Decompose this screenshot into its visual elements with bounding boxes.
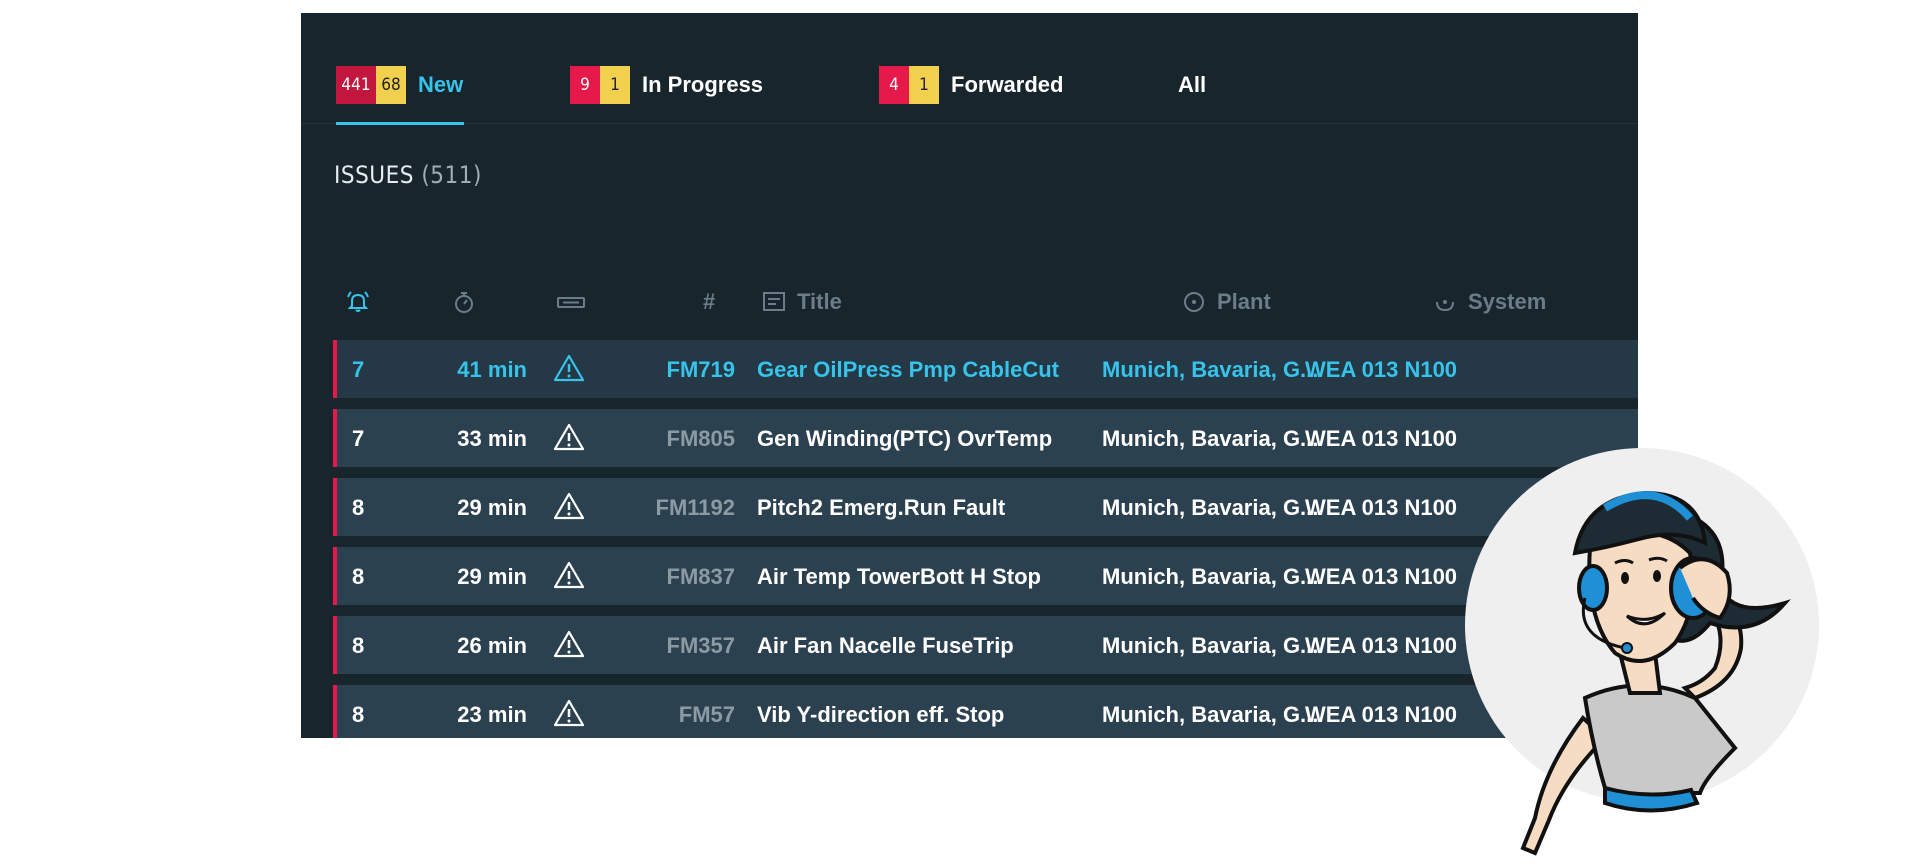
system-cell: WEA 013 N100: [1305, 564, 1458, 589]
time-cell: 33 min: [457, 426, 527, 451]
plant-cell: Munich, Bavaria, G...: [1102, 426, 1319, 451]
forwarded-warning-badge: 1: [909, 66, 939, 104]
issues-list: 7 41 min FM719 Gear OilPress Pmp CableCu…: [333, 340, 1638, 738]
time-cell: 41 min: [457, 357, 527, 382]
plant-cell: Munich, Bavaria, G...: [1102, 564, 1319, 589]
plant-cell: Munich, Bavaria, G...: [1102, 357, 1319, 382]
type-column-header[interactable]: [556, 289, 586, 315]
id-cell: FM57: [678, 702, 735, 727]
warning-icon: [553, 423, 585, 451]
priority-column-header[interactable]: [345, 289, 371, 315]
id-cell: FM357: [666, 633, 735, 658]
system-cell: WEA 013 N100: [1305, 495, 1458, 520]
time-cell: 29 min: [457, 564, 527, 589]
active-tab-indicator: [336, 122, 464, 125]
title-column-label: Title: [797, 289, 842, 314]
title-cell: Gen Winding(PTC) OvrTemp: [757, 426, 1053, 451]
title-cell: Air Fan Nacelle FuseTrip: [757, 633, 1014, 658]
support-agent-illustration: [1520, 490, 1791, 856]
table-row[interactable]: 8 23 min FM57 Vib Y-direction eff. Stop …: [333, 685, 1638, 738]
time-cell: 26 min: [457, 633, 527, 658]
time-cell: 29 min: [457, 495, 527, 520]
table-row[interactable]: 7 33 min FM805 Gen Winding(PTC) OvrTemp …: [333, 409, 1638, 467]
priority-cell: 8: [352, 702, 365, 727]
warning-icon: [553, 561, 585, 589]
title-cell: Pitch2 Emerg.Run Fault: [757, 495, 1006, 520]
warning-icon: [553, 354, 585, 382]
tab-forwarded-label: Forwarded: [951, 72, 1064, 97]
time-column-header[interactable]: [451, 289, 477, 315]
warning-icon: [553, 492, 585, 520]
device-icon: [557, 297, 585, 308]
new-warning-badge: 68: [376, 66, 406, 104]
tab-in-progress-label: In Progress: [642, 72, 764, 97]
plant-column-header[interactable]: Plant: [1181, 289, 1271, 315]
plant-column-label: Plant: [1217, 289, 1271, 314]
priority-cell: 8: [352, 564, 365, 589]
id-cell: FM1192: [655, 495, 736, 520]
id-cell: FM719: [666, 357, 735, 382]
priority-cell: 8: [352, 495, 365, 520]
title-cell: Vib Y-direction eff. Stop: [757, 702, 1005, 727]
priority-cell: 7: [352, 357, 365, 382]
warning-icon: [553, 630, 585, 658]
forwarded-critical-badge: 4: [879, 66, 909, 104]
issues-heading: ISSUES (511): [334, 161, 482, 189]
title-column-header[interactable]: Title: [761, 289, 842, 315]
title-cell: Gear OilPress Pmp CableCut: [757, 357, 1059, 382]
id-cell: FM805: [666, 426, 735, 451]
tab-new-label: New: [418, 72, 464, 97]
system-cell: WEA 013 N100: [1305, 426, 1458, 451]
issues-title: ISSUES: [334, 161, 414, 189]
plant-cell: Munich, Bavaria, G...: [1102, 702, 1319, 727]
system-cell: WEA 013 N100: [1305, 633, 1458, 658]
id-cell: FM837: [666, 564, 735, 589]
system-dial-icon: [1436, 300, 1454, 312]
tab-in-progress[interactable]: 9 1 In Progress: [570, 66, 764, 104]
table-row[interactable]: 8 29 min FM1192 Pitch2 Emerg.Run Fault M…: [333, 478, 1638, 536]
stopwatch-icon: [455, 292, 473, 313]
document-icon: [763, 292, 785, 311]
tab-forwarded[interactable]: 4 1 Forwarded: [879, 66, 1064, 104]
table-row[interactable]: 7 41 min FM719 Gear OilPress Pmp CableCu…: [333, 340, 1638, 398]
system-column-label: System: [1468, 289, 1547, 314]
in-progress-critical-badge: 9: [570, 66, 600, 104]
priority-cell: 7: [352, 426, 365, 451]
id-column-label: #: [703, 289, 716, 314]
warning-icon: [553, 699, 585, 727]
in-progress-warning-badge: 1: [600, 66, 630, 104]
plant-cell: Munich, Bavaria, G...: [1102, 495, 1319, 520]
system-column-header[interactable]: System: [1432, 289, 1546, 315]
table-row[interactable]: 8 26 min FM357 Air Fan Nacelle FuseTrip …: [333, 616, 1638, 674]
table-header: # Title Plant System: [301, 281, 1638, 321]
tab-all[interactable]: All: [1178, 68, 1206, 102]
issues-panel: 441 68 New 9 1 In Progress 4 1 Forwarded…: [301, 13, 1638, 738]
tab-all-label: All: [1178, 72, 1207, 97]
system-cell: WEA 013 N100: [1305, 357, 1458, 382]
system-cell: WEA 013 N100: [1305, 702, 1458, 727]
issues-count: (511): [421, 161, 482, 189]
location-target-icon: [1184, 292, 1204, 312]
title-cell: Air Temp TowerBott H Stop: [757, 564, 1041, 589]
tab-bar: 441 68 New 9 1 In Progress 4 1 Forwarded…: [301, 13, 1638, 125]
bell-alarm-icon: [347, 291, 369, 312]
new-critical-badge: 441: [336, 66, 376, 104]
id-column-header[interactable]: #: [703, 289, 715, 315]
plant-cell: Munich, Bavaria, G...: [1102, 633, 1319, 658]
time-cell: 23 min: [457, 702, 527, 727]
tab-new[interactable]: 441 68 New: [336, 66, 464, 104]
table-row[interactable]: 8 29 min FM837 Air Temp TowerBott H Stop…: [333, 547, 1638, 605]
priority-cell: 8: [352, 633, 365, 658]
